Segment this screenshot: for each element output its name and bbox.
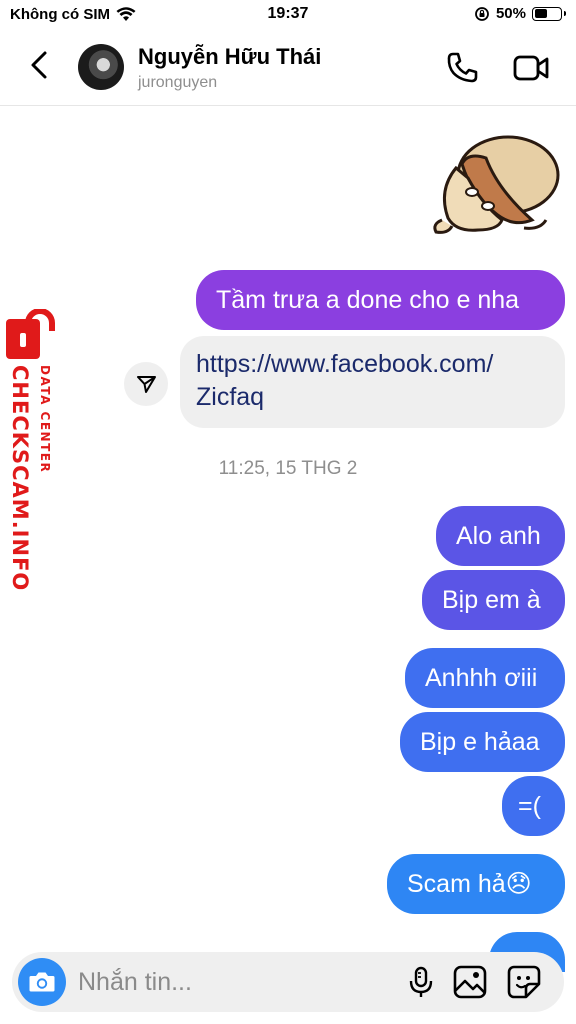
share-icon[interactable] bbox=[124, 362, 168, 406]
microphone-icon[interactable] bbox=[404, 965, 438, 999]
message-text: Scam hả😞 bbox=[407, 870, 532, 898]
message-text: Alo anh bbox=[456, 522, 541, 550]
message-bubble[interactable]: Tầm trưa a done cho e nha bbox=[196, 270, 565, 330]
watermark-main-text: CHECKSCAM.INFO bbox=[8, 365, 32, 592]
message-text: Anhhh ơiii bbox=[425, 664, 538, 692]
message-bubble[interactable]: Alo anh bbox=[436, 506, 565, 566]
avatar[interactable] bbox=[78, 44, 124, 90]
contact-username[interactable]: juronguyen bbox=[138, 74, 217, 92]
watermark-sub-text: DATA CENTER bbox=[38, 365, 52, 474]
message-text: Bịp em à bbox=[442, 586, 541, 614]
gallery-icon[interactable] bbox=[452, 964, 488, 1000]
link-text-line2[interactable]: Zicfaq bbox=[196, 381, 549, 414]
message-bubble[interactable]: Bịp e hảaa bbox=[400, 712, 565, 772]
message-bubble[interactable]: =( bbox=[502, 776, 565, 836]
camera-icon[interactable] bbox=[18, 958, 66, 1006]
battery-fill bbox=[534, 9, 547, 18]
phone-icon[interactable] bbox=[444, 50, 480, 86]
message-composer bbox=[12, 952, 564, 1012]
watermark: CHECKSCAM.INFO DATA CENTER bbox=[0, 305, 66, 595]
status-right: 50% bbox=[474, 5, 566, 22]
video-camera-icon[interactable] bbox=[512, 50, 550, 86]
message-list[interactable]: Tầm trưa a done cho e nha https://www.fa… bbox=[0, 106, 576, 1024]
message-bubble[interactable]: Scam hả😞 bbox=[387, 854, 565, 914]
message-text: Bịp e hảaa bbox=[420, 728, 540, 756]
link-message-bubble[interactable]: https://www.facebook.com/ Zicfaq bbox=[180, 336, 565, 428]
message-text: Tầm trưa a done cho e nha bbox=[216, 286, 520, 314]
mushroom-sticker[interactable] bbox=[428, 120, 562, 242]
chat-header: Nguyễn Hữu Thái juronguyen bbox=[0, 30, 576, 106]
message-bubble[interactable]: Anhhh ơiii bbox=[405, 648, 565, 708]
link-text-line1[interactable]: https://www.facebook.com/ bbox=[196, 348, 549, 381]
lock-icon bbox=[6, 309, 55, 359]
message-input[interactable] bbox=[78, 964, 378, 1000]
orientation-lock-icon bbox=[474, 6, 490, 22]
message-bubble[interactable]: Bịp em à bbox=[422, 570, 565, 630]
sticker-icon[interactable] bbox=[506, 964, 542, 1000]
contact-name[interactable]: Nguyễn Hữu Thái bbox=[138, 44, 321, 70]
back-chevron-icon[interactable] bbox=[22, 48, 56, 82]
battery-icon bbox=[532, 6, 566, 21]
message-timestamp: 11:25, 15 THG 2 bbox=[218, 458, 358, 479]
battery-percent: 50% bbox=[495, 5, 526, 22]
status-bar: Không có SIM 19:37 50% bbox=[0, 0, 576, 30]
message-text: =( bbox=[518, 792, 541, 820]
